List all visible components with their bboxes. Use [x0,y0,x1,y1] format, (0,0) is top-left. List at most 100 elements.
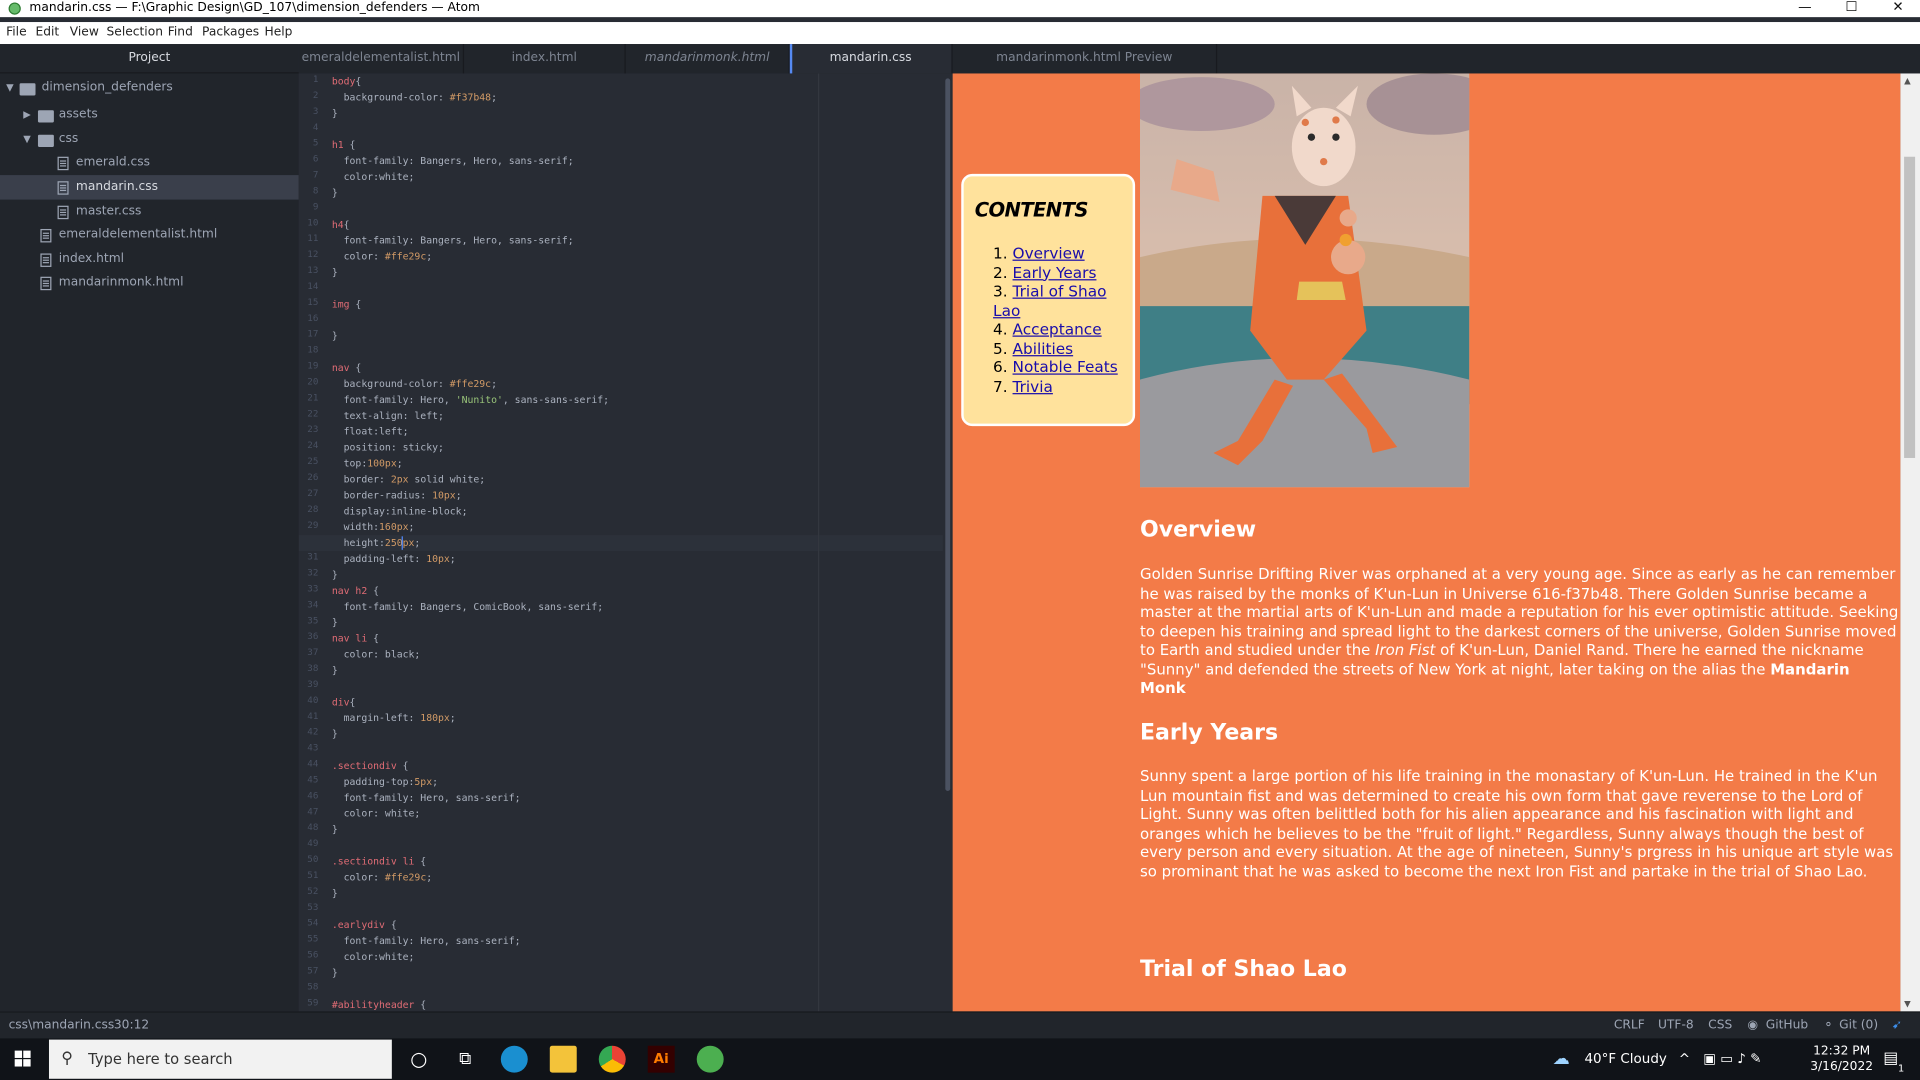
code-line[interactable]: color: black; [332,647,421,663]
code-line[interactable]: } [332,885,338,901]
code-line[interactable]: nav { [332,360,362,376]
notification-icon[interactable]: ▤ [1883,1038,1898,1080]
code-line[interactable]: .sectiondiv { [332,758,409,774]
code-line[interactable]: float:left; [332,424,409,440]
code-line[interactable]: } [332,185,338,201]
code-line[interactable]: color:white; [332,949,415,965]
taskbar-search-box[interactable]: ⚲ Type here to search [48,1039,392,1079]
chrome-icon[interactable] [598,1045,626,1073]
minimize-button[interactable]: — [1783,0,1827,17]
file-explorer-icon[interactable] [549,1045,577,1073]
code-line[interactable]: div{ [332,694,356,710]
code-line[interactable]: nav h2 { [332,583,379,599]
code-line[interactable]: .sectiondiv li { [332,853,426,869]
code-line[interactable]: color: #ffe29c; [332,249,433,265]
menu-file[interactable]: File [6,26,26,39]
taskbar-clock[interactable]: 12:32 PM 3/16/2022 [1810,1043,1874,1075]
code-line[interactable]: h4{ [332,217,350,233]
code-line[interactable]: color: white; [332,806,421,822]
link-overview[interactable]: Overview [1013,244,1085,262]
code-editor[interactable]: 1 2 3 4 5 6 7 8 9 10 11 12 13 14 15 16 17 18 19 20 21 22 23 24 2… [298,73,953,1012]
code-line[interactable]: } [332,965,338,981]
maximize-button[interactable]: ☐ [1829,0,1873,17]
link-acceptance[interactable]: Acceptance [1013,320,1102,338]
code-line[interactable]: #abilityheader { [332,997,426,1012]
tab-emeraldelementalist-html[interactable]: emeraldelementalist.html [299,44,465,74]
code-line[interactable]: top:100px; [332,456,403,472]
code-line[interactable]: position: sticky; [332,440,444,456]
code-line[interactable]: } [332,726,338,742]
code-line[interactable]: padding-left: 10px; [332,551,456,567]
atom-taskbar-icon[interactable] [696,1045,724,1073]
code-line[interactable]: } [332,615,338,631]
code-line[interactable]: height:250px; [332,535,421,551]
tree-item-emeraldelementalist-html[interactable]: emeraldelementalist.html [0,223,299,247]
code-line[interactable]: nav li { [332,631,379,647]
status-encoding[interactable]: UTF-8 [1658,1013,1694,1040]
code-line[interactable]: display:inline-block; [332,503,468,519]
tab-mandarinmonk-html[interactable]: mandarinmonk.html [626,44,790,74]
close-button[interactable]: ✕ [1876,0,1920,17]
menu-view[interactable]: View [70,26,99,39]
tree-item-master-css[interactable]: master.css [0,200,299,224]
status-line-ending[interactable]: CRLF [1614,1013,1645,1040]
editor-scrollbar-thumb[interactable] [945,78,951,792]
menu-edit[interactable]: Edit [36,26,60,39]
code-line[interactable]: width:160px; [332,519,415,535]
code-line[interactable]: } [332,662,338,678]
task-view-icon[interactable]: ⧉ [452,1046,479,1073]
code-line[interactable]: } [332,105,338,121]
code-line[interactable]: img { [332,296,362,312]
code-line[interactable]: font-family: Bangers, Hero, sans-serif; [332,233,574,249]
code-line[interactable]: text-align: left; [332,408,444,424]
status-github[interactable]: GitHub [1766,1013,1808,1040]
link-abilities[interactable]: Abilities [1013,339,1074,357]
tree-item-css[interactable]: ▼ css [0,127,299,151]
tree-item-assets[interactable]: ▶ assets [0,103,299,127]
tab-mandarin-css[interactable]: mandarin.css [789,44,953,74]
code-line[interactable]: background-color: #f37b48; [332,89,497,105]
code-line[interactable]: body{ [332,73,362,89]
tray-icons[interactable]: ▣ ▭ ♪ ✎ [1703,1038,1761,1080]
code-line[interactable]: color:white; [332,169,415,185]
link-early-years[interactable]: Early Years [1013,263,1097,281]
code-line[interactable]: border-radius: 10px; [332,487,462,503]
menu-selection[interactable]: Selection [107,26,163,39]
status-git[interactable]: Git (0) [1839,1013,1878,1040]
tree-item-emerald-css[interactable]: emerald.css [0,151,299,175]
code-line[interactable]: font-family: Hero, sans-serif; [332,790,521,806]
preview-scrollbar-thumb[interactable] [1904,156,1916,458]
code-line[interactable]: padding-top:5px; [332,774,438,790]
tree-item-dimension-defenders[interactable]: ▼ dimension_defenders [0,76,299,100]
status-cursor-position[interactable]: 30:12 [114,1013,149,1040]
status-file-path[interactable]: css\mandarin.css [9,1013,115,1040]
tab-preview[interactable]: mandarinmonk.html Preview [953,44,1218,74]
link-notable-feats[interactable]: Notable Feats [1013,358,1118,376]
tree-item-mandarin-css[interactable]: mandarin.css [0,175,299,200]
tab-index-html[interactable]: index.html [464,44,626,74]
preview-scrollbar[interactable]: ▲ ▼ [1900,73,1920,1012]
link-trivia[interactable]: Trivia [1013,377,1053,395]
code-line[interactable]: .earlydiv { [332,917,397,933]
link-trial-of-shao-lao[interactable]: Trial of Shao Lao [993,282,1106,319]
code-line[interactable]: font-family: Bangers, Hero, sans-serif; [332,153,574,169]
menu-help[interactable]: Help [264,26,292,39]
scroll-down-arrow-icon[interactable]: ▼ [1904,999,1911,1009]
code-line[interactable]: font-family: Bangers, ComicBook, sans-se… [332,599,604,615]
code-line[interactable]: color: #ffe29c; [332,869,433,885]
windows-start-icon[interactable] [14,1050,32,1068]
tree-item-mandarinmonk-html[interactable]: mandarinmonk.html [0,271,299,295]
menu-packages[interactable]: Packages [202,26,259,39]
code-line[interactable]: border: 2px solid white; [332,471,486,487]
code-line[interactable]: font-family: Hero, sans-serif; [332,933,521,949]
code-line[interactable]: h1 { [332,137,356,153]
status-grammar[interactable]: CSS [1708,1013,1732,1040]
illustrator-icon[interactable]: Ai [647,1045,675,1073]
chevron-up-icon[interactable]: ^ [1679,1038,1690,1080]
code-line[interactable]: } [332,264,338,280]
scroll-up-arrow-icon[interactable]: ▲ [1904,76,1911,86]
cortana-icon[interactable]: ○ [405,1046,432,1073]
bird-icon[interactable]: ➹ [1892,1013,1902,1040]
code-line[interactable]: margin-left: 180px; [332,710,456,726]
code-line[interactable]: } [332,822,338,838]
